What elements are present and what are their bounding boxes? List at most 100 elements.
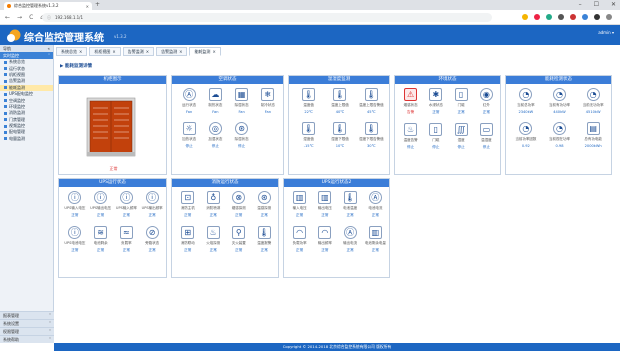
status-value: 正常 (321, 213, 329, 217)
status-item[interactable]: 🌡 湿度值 -15℃ (293, 122, 324, 148)
close-window-icon[interactable]: ✕ (611, 1, 616, 8)
status-item[interactable]: Ⓐ 电池电流 正常 (363, 191, 388, 218)
close-tab-icon[interactable]: × (179, 49, 182, 54)
status-item[interactable]: ◎ 加湿状态 停止 (202, 122, 228, 149)
extension-icon[interactable] (546, 14, 552, 20)
status-label: 负载率 (121, 241, 132, 245)
status-item[interactable]: ⊛ 除湿状态 停止 (229, 122, 255, 149)
status-label: 输入电压 (292, 206, 307, 210)
extension-icon[interactable] (534, 14, 540, 20)
status-glyph-icon: ♁ (210, 192, 217, 202)
status-item[interactable]: ▦ 除湿状态 Fan (229, 88, 255, 114)
browser-tab[interactable]: 综合监控管理系统v1.3.2 ✕ (4, 2, 92, 10)
collapse-icon[interactable]: « (48, 46, 50, 51)
status-item[interactable]: ♨ 温度告警 停止 (398, 123, 423, 150)
status-glyph-icon: ◎ (211, 123, 219, 133)
new-tab-button[interactable]: + (95, 2, 100, 8)
sidebar-item[interactable]: 电量监测 (0, 136, 53, 142)
status-item[interactable]: ◔ 当前总功率 2340kW (509, 88, 543, 114)
sidebar-bottom-item[interactable]: 权限管理 ˅ (0, 327, 54, 335)
page-tab[interactable]: 机柜视图 × (89, 47, 121, 56)
extension-icon[interactable] (558, 14, 564, 20)
back-icon[interactable]: ← (5, 14, 10, 21)
maximize-icon[interactable]: ☐ (594, 1, 599, 8)
sidebar-section[interactable]: 实时监控 ˄ (0, 52, 53, 59)
sidebar-item-label: 空调监控 (9, 97, 25, 103)
status-item[interactable]: ◔ 当前视在功率 0.98 (543, 122, 577, 148)
extension-icon[interactable] (570, 14, 576, 20)
status-item[interactable]: ▭ 温湿度 停止 (474, 123, 499, 150)
status-item[interactable]: ≈ 负载率 正常 (114, 226, 140, 253)
status-item[interactable]: 🌡 温度上限值 40℃ (324, 88, 355, 114)
status-item[interactable]: ▥ 电池剩余电量 正常 (363, 226, 388, 253)
reload-icon[interactable]: C (29, 14, 33, 21)
status-item[interactable]: ⓘ UPS输出频率 正常 (139, 191, 165, 218)
page-tab[interactable]: 能耗监测 × (189, 47, 221, 56)
status-item[interactable]: ⓘ UPS输入频率 正常 (114, 191, 140, 218)
close-tab-icon[interactable]: × (79, 49, 82, 54)
status-item[interactable]: 🌡 电池温度 正常 (338, 191, 363, 218)
status-item[interactable]: ☼ 加热状态 停止 (176, 122, 202, 149)
status-item[interactable]: ❄ 制冷状态 Fan (255, 88, 281, 114)
status-item[interactable]: ⊛ 温感探测 正常 (252, 191, 278, 218)
status-item[interactable]: ⚲ 灭火装置 正常 (226, 226, 252, 253)
url-field[interactable]: ⓘ 192.168.1.1/1 (42, 13, 492, 22)
user-menu[interactable]: admin ▾ (598, 30, 614, 35)
status-item[interactable]: 🌡 温度报警 正常 (252, 226, 278, 253)
minimize-icon[interactable]: – (579, 1, 582, 8)
extension-icon[interactable] (582, 14, 588, 20)
status-item[interactable]: ⚠ 烟感状态 告警 (398, 88, 423, 115)
close-tab-icon[interactable]: ✕ (86, 4, 89, 9)
page-tab[interactable]: 系统总览 × (56, 47, 88, 56)
status-icon: ♨ (206, 226, 220, 239)
close-tab-icon[interactable]: × (146, 49, 149, 54)
status-item[interactable]: ▤ 总有功电能 2000kWh (576, 122, 610, 148)
close-tab-icon[interactable]: × (212, 49, 215, 54)
status-item[interactable]: ⊘ 旁路状态 正常 (139, 226, 165, 253)
status-item[interactable]: ▥ 输入电压 正常 (287, 191, 312, 218)
sidebar-bottom-item[interactable]: 报表管理 ˅ (0, 311, 54, 319)
status-item[interactable]: ✱ 水浸状态 正常 (423, 88, 448, 115)
status-item[interactable]: ≋ 电池剩余 正常 (88, 226, 114, 253)
menu-icon[interactable] (606, 14, 612, 20)
status-item[interactable]: ◔ 当前功率因数 0.92 (509, 122, 543, 148)
status-item[interactable]: ♁ 消防喷淋 正常 (201, 191, 227, 218)
status-item[interactable]: ⊗ 烟感探测 正常 (226, 191, 252, 218)
status-label: 温感探测 (257, 206, 272, 210)
page-tab[interactable]: 告警监测 × (156, 47, 188, 56)
status-item[interactable]: ⓘ UPS电池电压 正常 (62, 226, 88, 253)
status-item[interactable]: ⓘ UPS输入电压 正常 (62, 191, 88, 218)
sidebar-bottom-item[interactable]: 系统帮助 ˅ (0, 335, 54, 343)
status-item[interactable]: 🌡 湿度下限值 10℃ (324, 122, 355, 148)
status-value: 正常 (235, 213, 243, 217)
status-item[interactable]: ◔ 当前无功功率 4510kW (576, 88, 610, 114)
status-item[interactable]: Ⓐ 运行状态 Fan (176, 88, 202, 114)
status-item[interactable]: ◠ 负载功率 正常 (287, 226, 312, 253)
status-value: 正常 (296, 248, 304, 252)
page-tab[interactable]: 告警监测 × (122, 47, 155, 56)
status-item[interactable]: ⊡ 消防主机 正常 (175, 191, 201, 218)
status-item[interactable]: Ⓐ 输出电流 正常 (338, 226, 363, 253)
status-item[interactable]: ◔ 当前有功功率 440kW (543, 88, 577, 114)
status-item[interactable]: 🌡 湿度下限告警值 30℃ (356, 122, 387, 148)
status-item[interactable]: ▯ 门磁 停止 (423, 123, 448, 150)
close-tab-icon[interactable]: × (112, 49, 115, 54)
status-item[interactable]: ▥ 输出电压 正常 (312, 191, 337, 218)
sidebar-item-label: 门禁管理 (9, 116, 25, 122)
status-item[interactable]: ⓘ UPS输出电压 正常 (88, 191, 114, 218)
panel-title: 能耗检测状态 (506, 76, 611, 84)
status-item[interactable]: ⊞ 消防联动 正常 (175, 226, 201, 253)
status-item[interactable]: ☁ 制热状态 Fan (202, 88, 228, 114)
status-item[interactable]: ◉ 红外 正常 (474, 88, 499, 115)
forward-icon[interactable]: → (17, 14, 22, 21)
status-item[interactable]: 🌡 温度值 22℃ (293, 88, 324, 114)
status-item[interactable]: ◠ 输出频率 正常 (312, 226, 337, 253)
status-item[interactable]: ▯ 门磁 正常 (449, 88, 474, 115)
sidebar-bottom-item[interactable]: 系统设置 ˅ (0, 319, 54, 327)
status-item[interactable]: ♨ 火焰探测 正常 (201, 226, 227, 253)
status-icon: ❄ (261, 88, 275, 101)
status-item[interactable]: 🌡 温度上限告警值 45℃ (356, 88, 387, 114)
profile-icon[interactable] (594, 14, 600, 20)
star-icon[interactable] (522, 14, 528, 20)
status-item[interactable]: ∭ 湿度 停止 (449, 123, 474, 150)
